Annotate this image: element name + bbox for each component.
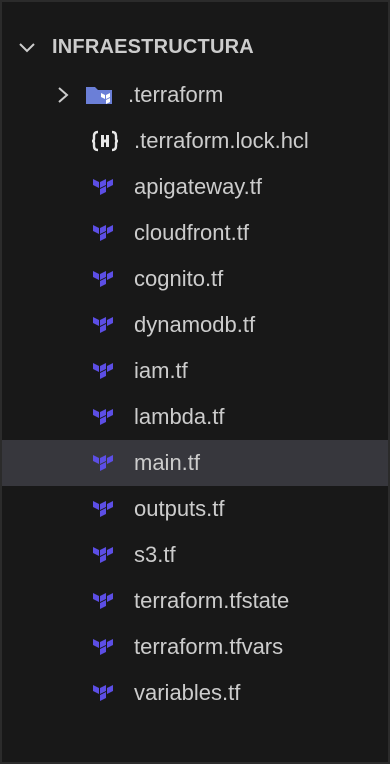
tree-item-terraform-folder[interactable]: .terraform	[2, 72, 388, 118]
explorer-panel: INFRAESTRUCTURA .terraform .terraform.lo…	[0, 0, 390, 764]
terraform-icon	[90, 402, 120, 432]
terraform-icon	[90, 310, 120, 340]
tree-item-lambda-tf[interactable]: lambda.tf	[2, 394, 388, 440]
tree-item-iam-tf[interactable]: iam.tf	[2, 348, 388, 394]
tree-item-label: apigateway.tf	[134, 174, 263, 199]
terraform-icon	[90, 264, 120, 294]
terraform-icon	[90, 356, 120, 386]
tree-item-label: terraform.tfvars	[134, 634, 284, 659]
file-tree: .terraform .terraform.lock.hcl apigatewa…	[2, 72, 388, 716]
tree-item-label: main.tf	[134, 450, 201, 475]
hcl-lock-icon	[90, 126, 120, 156]
tree-item-s3-tf[interactable]: s3.tf	[2, 532, 388, 578]
folder-terraform-icon	[84, 80, 114, 110]
tree-item-label: .terraform.lock.hcl	[134, 128, 309, 153]
tree-item-dynamodb-tf[interactable]: dynamodb.tf	[2, 302, 388, 348]
tree-item-label: cloudfront.tf	[134, 220, 249, 245]
terraform-icon	[90, 678, 120, 708]
tree-item-label: .terraform	[128, 82, 224, 107]
terraform-icon	[90, 540, 120, 570]
root-folder-label: INFRAESTRUCTURA	[52, 35, 254, 58]
tree-item-main-tf[interactable]: main.tf	[2, 440, 388, 486]
chevron-down-icon	[16, 36, 38, 58]
tree-item-lock-hcl[interactable]: .terraform.lock.hcl	[2, 118, 388, 164]
tree-item-variables-tf[interactable]: variables.tf	[2, 670, 388, 716]
tree-item-terraform-tfvars[interactable]: terraform.tfvars	[2, 624, 388, 670]
tree-item-cognito-tf[interactable]: cognito.tf	[2, 256, 388, 302]
terraform-icon	[90, 632, 120, 662]
tree-item-label: cognito.tf	[134, 266, 224, 291]
tree-item-label: outputs.tf	[134, 496, 225, 521]
terraform-icon	[90, 218, 120, 248]
tree-item-apigateway-tf[interactable]: apigateway.tf	[2, 164, 388, 210]
explorer-root-folder[interactable]: INFRAESTRUCTURA	[2, 26, 388, 68]
tree-item-label: variables.tf	[134, 680, 241, 705]
chevron-right-icon	[52, 84, 74, 106]
tree-item-label: iam.tf	[134, 358, 188, 383]
tree-item-label: lambda.tf	[134, 404, 225, 429]
tree-item-label: terraform.tfstate	[134, 588, 290, 613]
terraform-icon	[90, 172, 120, 202]
terraform-icon	[90, 448, 120, 478]
tree-item-terraform-tfstate[interactable]: terraform.tfstate	[2, 578, 388, 624]
terraform-icon	[90, 586, 120, 616]
tree-item-label: s3.tf	[134, 542, 176, 567]
tree-item-label: dynamodb.tf	[134, 312, 256, 337]
terraform-icon	[90, 494, 120, 524]
tree-item-cloudfront-tf[interactable]: cloudfront.tf	[2, 210, 388, 256]
tree-item-outputs-tf[interactable]: outputs.tf	[2, 486, 388, 532]
